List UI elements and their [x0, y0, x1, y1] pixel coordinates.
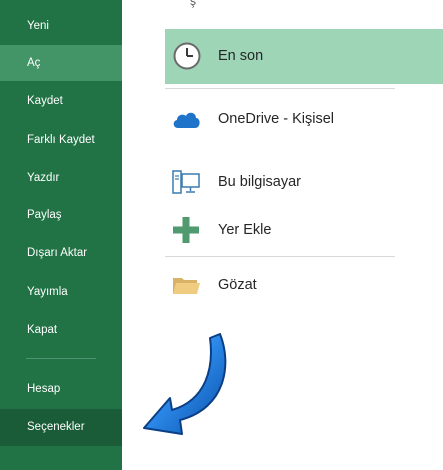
nav-item-open[interactable]: Aç	[0, 45, 122, 81]
folder-icon	[173, 278, 200, 294]
place-label: En son	[218, 48, 264, 64]
nav-item-export[interactable]: Dışarı Aktar	[0, 235, 122, 271]
place-label: Yer Ekle	[218, 222, 272, 238]
place-add-a-place[interactable]: Yer Ekle	[165, 207, 443, 253]
place-browse[interactable]: Gözat	[165, 262, 443, 308]
place-label: Gözat	[218, 277, 257, 293]
curved-arrow-icon	[143, 333, 227, 435]
nav-item-share[interactable]: Paylaş	[0, 197, 122, 233]
clipped-header-glyph: ş	[190, 0, 196, 8]
place-onedrive[interactable]: OneDrive - Kişisel	[165, 96, 443, 142]
place-this-pc[interactable]: Bu bilgisayar	[165, 159, 443, 205]
nav-item-save[interactable]: Kaydet	[0, 83, 122, 119]
plus-icon	[173, 217, 199, 243]
nav-item-options[interactable]: Seçenekler	[0, 409, 122, 446]
computer-icon	[172, 170, 200, 194]
nav-item-close[interactable]: Kapat	[0, 312, 122, 348]
nav-item-new[interactable]: Yeni	[0, 8, 122, 44]
nav-item-account[interactable]: Hesap	[0, 371, 122, 407]
nav-item-print[interactable]: Yazdır	[0, 160, 122, 196]
divider	[165, 256, 395, 257]
clock-icon	[173, 42, 201, 70]
place-label: Bu bilgisayar	[218, 174, 302, 190]
backstage-sidebar: Yeni Aç Kaydet Farklı Kaydet Yazdır Payl…	[0, 0, 122, 470]
nav-divider	[26, 358, 96, 359]
nav-item-publish[interactable]: Yayımla	[0, 274, 122, 310]
cloud-icon	[173, 112, 200, 128]
place-label: OneDrive - Kişisel	[218, 111, 335, 127]
place-recent[interactable]: En son	[165, 29, 443, 84]
divider	[165, 88, 395, 89]
nav-item-save-as[interactable]: Farklı Kaydet	[0, 122, 122, 158]
